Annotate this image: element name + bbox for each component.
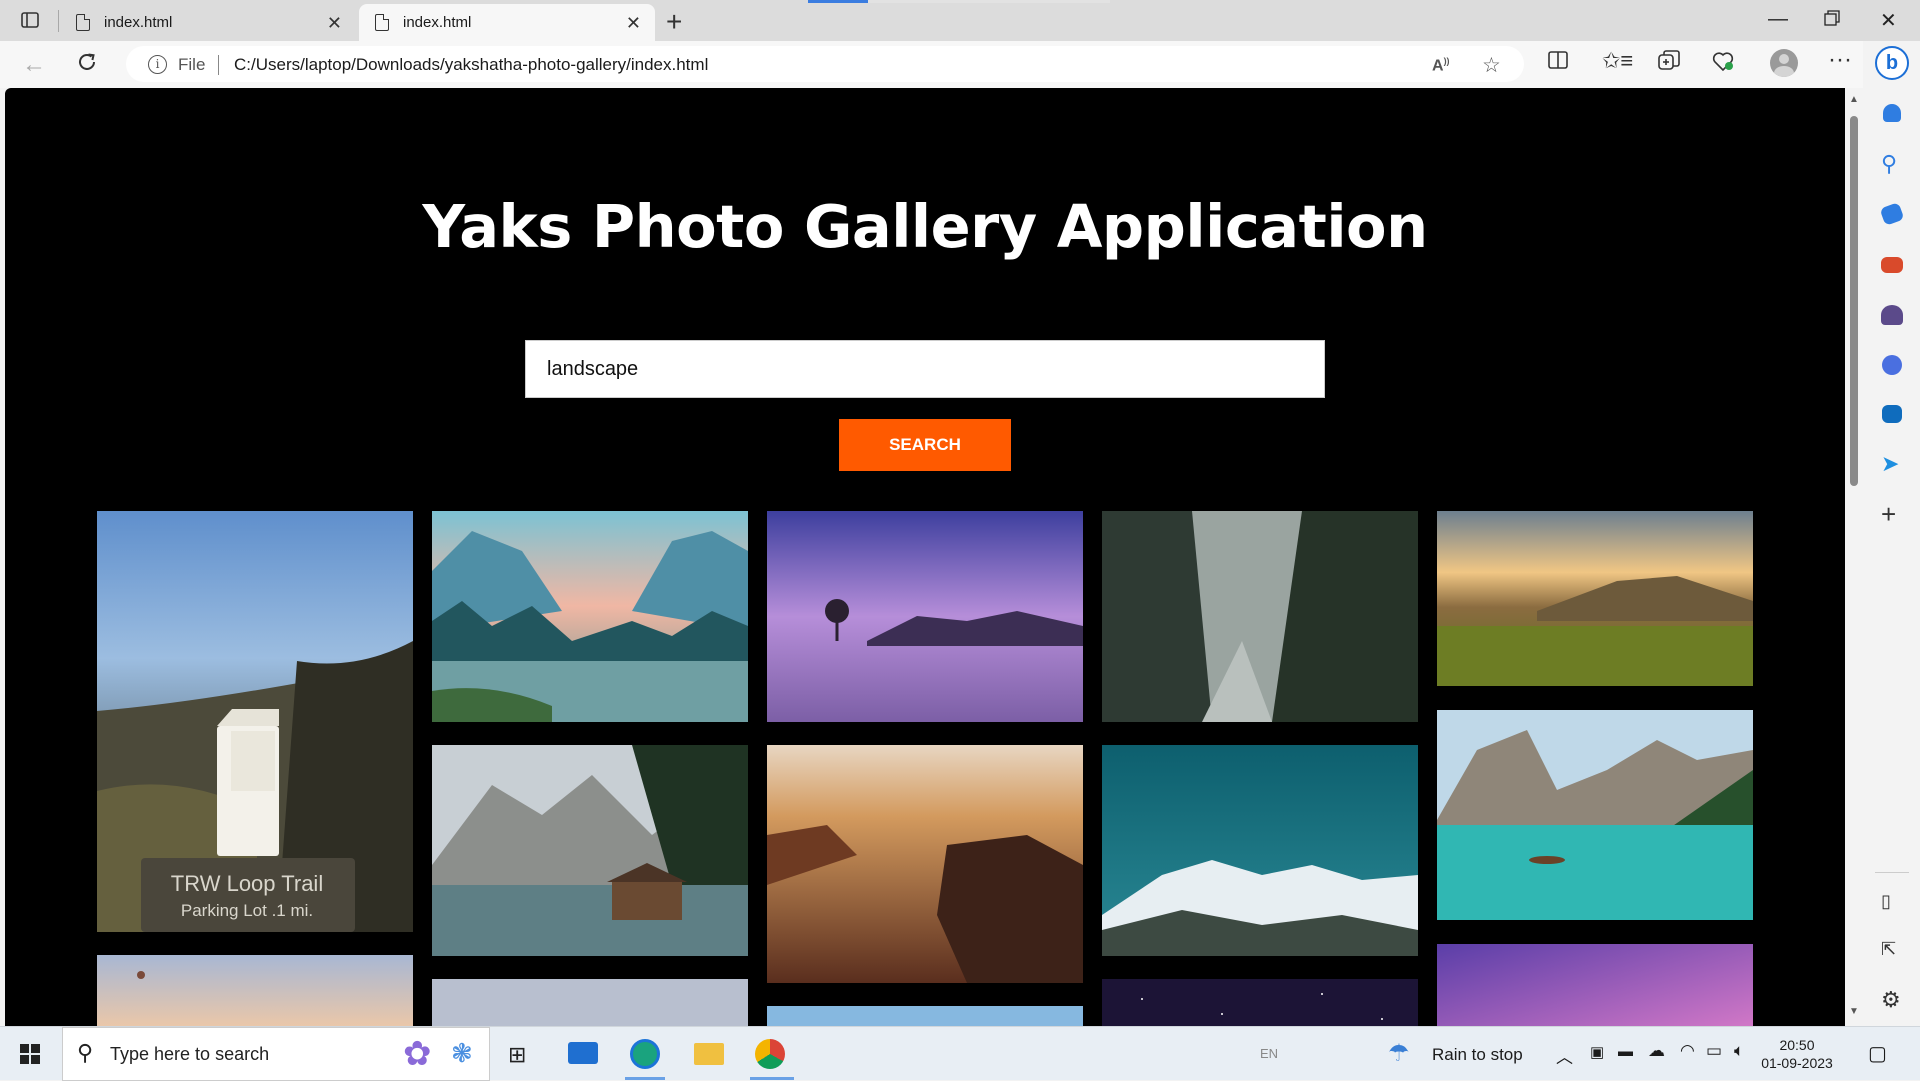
gallery-photo-balloon-sky[interactable]	[97, 955, 413, 1026]
outlook-icon[interactable]	[1882, 405, 1902, 423]
gallery-photo-snow-peaks[interactable]	[1102, 745, 1418, 956]
collections-icon[interactable]	[1658, 50, 1680, 78]
tab-separator	[58, 10, 59, 32]
flowers-icon: ✿	[403, 1035, 432, 1073]
windows-taskbar: ⚲ Type here to search ✿ ❃ ⊞ EN ☂ Rain to…	[0, 1026, 1920, 1081]
microsoft-365-icon[interactable]	[1882, 355, 1902, 375]
gallery-photo-golden-meadow[interactable]	[1437, 511, 1753, 686]
read-aloud-icon[interactable]: A))	[1432, 56, 1450, 75]
gallery-photo-starry-night[interactable]	[1102, 979, 1418, 1026]
divider	[218, 55, 219, 75]
gallery-photo-desert-rocks[interactable]	[767, 745, 1083, 983]
info-icon[interactable]: i	[148, 55, 167, 74]
page-title: Yaks Photo Gallery Application	[422, 192, 1428, 261]
gallery-photo-mountain-boathouse[interactable]	[432, 745, 748, 956]
refresh-icon[interactable]	[76, 51, 98, 80]
minimize-icon[interactable]: —	[1768, 8, 1788, 31]
hide-sidebar-icon[interactable]: ▯	[1881, 891, 1891, 912]
page-scrollbar[interactable]: ▲ ▼	[1845, 88, 1863, 1026]
gallery-photo-purple-lake-tree[interactable]	[767, 511, 1083, 722]
tab-label: index.html	[403, 14, 472, 31]
gallery-photo-milk-carton-trail[interactable]: TRW Loop Trail Parking Lot .1 mi.	[97, 511, 413, 932]
games-icon[interactable]	[1881, 305, 1903, 325]
browser-toolbar: ← i File C:/Users/laptop/Downloads/yaksh…	[0, 41, 1920, 88]
onedrive-icon[interactable]: ☁	[1648, 1041, 1665, 1061]
mail-icon[interactable]	[568, 1042, 598, 1064]
tools-icon[interactable]	[1881, 257, 1903, 273]
scroll-up-icon[interactable]: ▲	[1849, 94, 1859, 105]
gallery-photo-pale-sky[interactable]	[432, 979, 748, 1026]
page-icon	[375, 14, 389, 31]
volume-icon[interactable]: 🔈︎	[1734, 1041, 1744, 1061]
taskbar-clock[interactable]: 20:50 01-09-2023	[1752, 1036, 1842, 1072]
weather-icon[interactable]: ☂	[1388, 1039, 1410, 1068]
favorites-icon[interactable]: ✩≡	[1602, 48, 1633, 74]
chrome-icon[interactable]	[755, 1039, 785, 1069]
gallery-photo-purple-sunset[interactable]	[1437, 944, 1753, 1026]
close-tab-icon[interactable]: ✕	[327, 13, 342, 34]
scrollbar-thumb[interactable]	[1850, 116, 1858, 486]
bing-chat-icon[interactable]: b	[1875, 46, 1909, 80]
meet-now-icon[interactable]: ▣	[1590, 1043, 1604, 1061]
send-icon[interactable]: ➤	[1881, 451, 1899, 477]
gallery-photo-blue-sky[interactable]	[767, 1006, 1083, 1026]
gallery-photo-misty-forest[interactable]	[1102, 511, 1418, 722]
tab-actions-button[interactable]	[14, 8, 46, 32]
open-external-icon[interactable]: ⇱	[1881, 939, 1896, 960]
close-window-icon[interactable]: ✕	[1880, 8, 1897, 33]
new-tab-button[interactable]: +	[666, 6, 682, 38]
favorite-star-icon[interactable]: ☆	[1482, 53, 1501, 78]
address-bar[interactable]: i File C:/Users/laptop/Downloads/yakshat…	[126, 46, 1524, 82]
split-screen-icon[interactable]	[1548, 50, 1568, 76]
browser-tab-strip: index.html ✕ index.html ✕ + — ✕	[0, 0, 1920, 41]
settings-gear-icon[interactable]: ⚙	[1881, 987, 1901, 1013]
close-tab-icon[interactable]: ✕	[626, 13, 641, 34]
profile-avatar[interactable]	[1770, 49, 1798, 77]
page-viewport: Yaks Photo Gallery Application landscape…	[5, 88, 1845, 1026]
scroll-down-icon[interactable]: ▼	[1849, 1006, 1859, 1017]
security-label: File	[178, 55, 206, 74]
show-hidden-icons-icon[interactable]: ︿	[1556, 1043, 1573, 1068]
task-view-icon[interactable]: ⊞	[508, 1042, 526, 1068]
notification-center-icon[interactable]: ▢	[1868, 1041, 1887, 1066]
trail-sign-title: TRW Loop Trail	[171, 871, 323, 896]
gallery-photo-turquoise-lake[interactable]	[1437, 710, 1753, 920]
gallery-photo-yosemite-river[interactable]	[432, 511, 748, 722]
search-sidebar-icon[interactable]: ⚲	[1881, 151, 1897, 177]
trail-sign-subtitle: Parking Lot .1 mi.	[181, 901, 313, 920]
url-text[interactable]: C:/Users/laptop/Downloads/yakshatha-phot…	[234, 55, 708, 75]
tab-label: index.html	[104, 14, 173, 31]
clock-time: 20:50	[1779, 1037, 1815, 1053]
battery-icon[interactable]: ▬	[1618, 1043, 1633, 1060]
loading-indicator	[808, 0, 1110, 3]
search-icon: ⚲	[77, 1040, 94, 1065]
browser-essentials-icon[interactable]	[1712, 50, 1734, 78]
tab-actions-icon	[21, 12, 39, 28]
display-icon[interactable]: ▭	[1706, 1041, 1722, 1061]
search-input[interactable]: landscape	[525, 340, 1325, 398]
more-options-icon[interactable]: ···	[1828, 46, 1852, 74]
browser-tab[interactable]: index.html ✕	[60, 4, 356, 41]
add-sidebar-icon[interactable]: +	[1881, 499, 1896, 530]
search-button[interactable]: SEARCH	[839, 419, 1011, 471]
bubbles-icon: ❃	[451, 1038, 473, 1068]
shopping-icon[interactable]	[1879, 202, 1905, 226]
edge-taskbar-icon[interactable]	[630, 1039, 660, 1069]
browser-tab-active[interactable]: index.html ✕	[359, 4, 655, 41]
clock-date: 01-09-2023	[1761, 1055, 1833, 1071]
edge-sidebar: b ⚲ ➤ + ▯ ⇱ ⚙	[1863, 41, 1920, 1026]
page-icon	[76, 14, 90, 31]
file-explorer-icon[interactable]	[694, 1043, 724, 1065]
back-icon[interactable]: ←	[22, 51, 46, 79]
weather-text[interactable]: Rain to stop	[1432, 1045, 1523, 1065]
taskbar-search-box[interactable]: ⚲ Type here to search ✿ ❃	[62, 1027, 490, 1081]
wifi-icon[interactable]: ◠	[1680, 1041, 1695, 1061]
windows-start-icon[interactable]	[20, 1044, 40, 1069]
language-indicator[interactable]: EN	[1260, 1046, 1278, 1061]
divider	[1875, 872, 1909, 873]
notifications-icon[interactable]	[1883, 104, 1901, 122]
taskbar-search-placeholder: Type here to search	[110, 1044, 270, 1064]
restore-icon[interactable]	[1824, 9, 1840, 32]
